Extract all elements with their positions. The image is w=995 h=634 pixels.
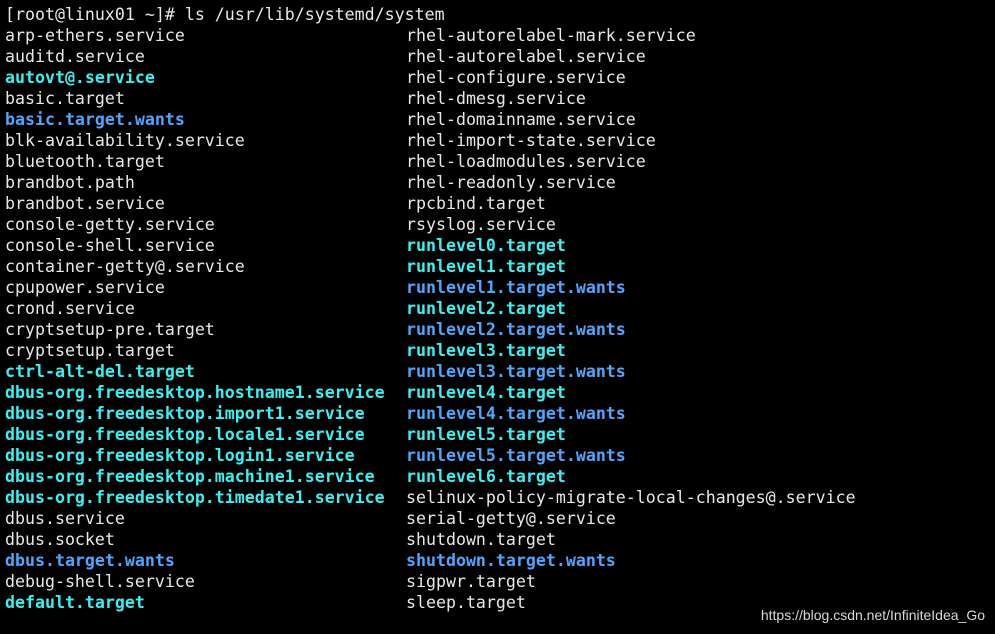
ls-entry: runlevel6.target	[406, 467, 566, 486]
terminal-window[interactable]: [root@linux01 ~]# ls /usr/lib/systemd/sy…	[0, 0, 995, 634]
ls-entry: bluetooth.target	[5, 152, 165, 171]
ls-entry: container-getty@.service	[5, 257, 245, 276]
ls-entry: dbus-org.freedesktop.hostname1.service	[5, 383, 385, 402]
ls-entry: basic.target.wants	[5, 110, 185, 129]
ls-entry: runlevel4.target	[406, 383, 566, 402]
ls-entry: default.target	[5, 593, 145, 612]
ls-entry: debug-shell.service	[5, 572, 195, 591]
ls-entry: rhel-configure.service	[406, 68, 626, 87]
ls-entry: autovt@.service	[5, 68, 155, 87]
ls-entry: serial-getty@.service	[406, 509, 616, 528]
ls-entry: rhel-import-state.service	[406, 131, 656, 150]
ls-entry: runlevel5.target.wants	[406, 446, 626, 465]
ls-entry: cpupower.service	[5, 278, 165, 297]
ls-entry: rhel-autorelabel-mark.service	[406, 26, 696, 45]
ls-entry: runlevel5.target	[406, 425, 566, 444]
ls-entry: rhel-autorelabel.service	[406, 47, 646, 66]
ls-entry: cryptsetup.target	[5, 341, 175, 360]
ls-entry: runlevel1.target.wants	[406, 278, 626, 297]
ls-entry: dbus.service	[5, 509, 125, 528]
ls-entry: shutdown.target.wants	[406, 551, 616, 570]
ls-entry: rhel-domainname.service	[406, 110, 636, 129]
ls-entry: brandbot.path	[5, 173, 135, 192]
ls-entry: runlevel1.target	[406, 257, 566, 276]
ls-entry: runlevel0.target	[406, 236, 566, 255]
ls-output: arp-ethers.service auditd.service autovt@.…	[5, 25, 995, 613]
ls-entry: console-getty.service	[5, 215, 215, 234]
command-line: [root@linux01 ~]# ls /usr/lib/systemd/sy…	[5, 4, 995, 25]
ls-entry: dbus.socket	[5, 530, 115, 549]
ls-entry: runlevel2.target	[406, 299, 566, 318]
ls-entry: rsyslog.service	[406, 215, 556, 234]
ls-entry: rhel-readonly.service	[406, 173, 616, 192]
ls-column-right: rhel-autorelabel-mark.service rhel-autore…	[406, 25, 995, 613]
ls-entry: arp-ethers.service	[5, 26, 185, 45]
ls-entry: dbus.target.wants	[5, 551, 175, 570]
shell-prompt: [root@linux01 ~]#	[5, 5, 175, 24]
ls-entry: rhel-loadmodules.service	[406, 152, 646, 171]
ls-entry: dbus-org.freedesktop.machine1.service	[5, 467, 375, 486]
ls-entry: runlevel2.target.wants	[406, 320, 626, 339]
ls-entry: dbus-org.freedesktop.timedate1.service	[5, 488, 385, 507]
ls-entry: auditd.service	[5, 47, 145, 66]
ls-entry: blk-availability.service	[5, 131, 245, 150]
ls-entry: brandbot.service	[5, 194, 165, 213]
ls-entry: rhel-dmesg.service	[406, 89, 586, 108]
watermark-text: https://blog.csdn.net/InfiniteIdea_Go	[760, 607, 985, 623]
ls-entry: console-shell.service	[5, 236, 215, 255]
ls-entry: rpcbind.target	[406, 194, 546, 213]
ls-entry: runlevel3.target.wants	[406, 362, 626, 381]
ls-entry: dbus-org.freedesktop.locale1.service	[5, 425, 365, 444]
ls-entry: runlevel3.target	[406, 341, 566, 360]
ls-entry: dbus-org.freedesktop.import1.service	[5, 404, 365, 423]
ls-entry: ctrl-alt-del.target	[5, 362, 195, 381]
command-text: ls /usr/lib/systemd/system	[174, 5, 445, 24]
ls-entry: dbus-org.freedesktop.login1.service	[5, 446, 355, 465]
ls-entry: crond.service	[5, 299, 135, 318]
ls-column-left: arp-ethers.service auditd.service autovt@.…	[5, 25, 406, 613]
ls-entry: selinux-policy-migrate-local-changes@.se…	[406, 488, 856, 507]
ls-entry: basic.target	[5, 89, 125, 108]
ls-entry: shutdown.target	[406, 530, 556, 549]
ls-entry: runlevel4.target.wants	[406, 404, 626, 423]
ls-entry: cryptsetup-pre.target	[5, 320, 215, 339]
ls-entry: sigpwr.target	[406, 572, 536, 591]
